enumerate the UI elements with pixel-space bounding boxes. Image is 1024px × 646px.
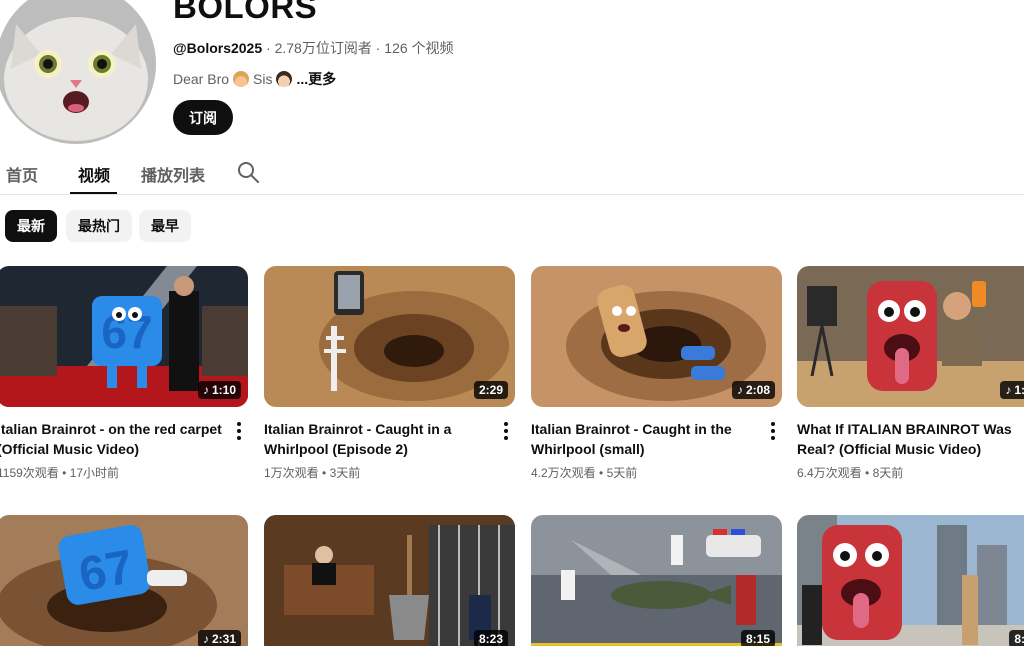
channel-tabs: 首页 视频 播放列表 [0,152,1024,195]
music-note-icon: ♪ [202,632,209,646]
music-note-icon: ♪ [202,383,209,397]
channel-avatar[interactable] [0,0,156,144]
chip-popular[interactable]: 最热门 [66,210,132,242]
duration-badge: ♪ 1:10 [197,381,241,399]
subscribe-button[interactable]: 订阅 [173,100,233,135]
tab-playlists[interactable]: 播放列表 [141,162,205,186]
desc-text-1: Dear Bro [173,71,230,87]
more-options-icon[interactable] [230,421,248,441]
video-meta: 1159次观看 • 17小时前 [0,466,120,480]
video-thumbnail[interactable]: ♪ 1: [797,266,1024,407]
channel-title: BOLORS [173,0,318,25]
music-note-icon: ♪ [1005,383,1012,397]
search-icon[interactable] [236,160,260,184]
channel-handle: @Bolors2025 [173,40,263,56]
chip-latest[interactable]: 最新 [5,210,57,242]
video-count: 126 个视频 [384,40,454,56]
svg-text:67: 67 [75,540,137,601]
video-thumbnail[interactable]: 8: [797,515,1024,646]
duration-badge: 8: [1009,630,1024,646]
duration-badge: 8:23 [473,630,508,646]
active-tab-indicator [70,192,117,194]
video-thumbnail[interactable]: 67 ♪ 2:31 [0,515,248,646]
video-title[interactable]: Italian Brainrot - on the red carpet (Of… [0,419,222,459]
duration-badge: ♪ 2:31 [197,630,241,646]
subscriber-count: 2.78万位订阅者 [274,40,372,56]
duration-badge: 2:29 [473,381,508,399]
video-meta: 4.2万次观看 • 5天前 [531,466,638,480]
video-meta: 6.4万次观看 • 8天前 [797,466,904,480]
video-title[interactable]: Italian Brainrot - Caught in the Whirlpo… [531,419,756,459]
tab-home[interactable]: 首页 [6,162,38,186]
video-thumbnail[interactable]: 2:29 [264,266,515,407]
video-thumbnail[interactable]: 8:23 [264,515,515,646]
more-options-icon[interactable] [764,421,782,441]
more-options-icon[interactable] [497,421,515,441]
video-thumbnail[interactable]: 8:15 [531,515,782,646]
chip-oldest[interactable]: 最早 [139,210,191,242]
music-note-icon: ♪ [736,383,743,397]
channel-meta: @Bolors2025 · 2.78万位订阅者 · 126 个视频 [173,40,454,56]
tab-videos[interactable]: 视频 [78,162,110,186]
duration-badge: ♪ 2:08 [731,381,775,399]
video-title[interactable]: Italian Brainrot - Caught in a Whirlpool… [264,419,489,459]
duration-badge: ♪ 1: [1000,381,1024,399]
video-title[interactable]: What If ITALIAN BRAINROT Was Real? (Offi… [797,419,1022,459]
svg-text:67: 67 [101,306,152,358]
more-link[interactable]: ...更多 [296,69,336,89]
channel-description[interactable]: Dear Bro Sis ...更多 [173,69,336,89]
boy-emoji-icon [233,71,250,87]
duration-badge: 8:15 [740,630,775,646]
video-thumbnail[interactable]: ♪ 2:08 [531,266,782,407]
girl-emoji-icon [276,71,293,87]
desc-text-2: Sis [253,71,273,87]
video-meta: 1万次观看 • 3天前 [264,466,361,480]
video-thumbnail[interactable]: 67 ♪ 1:10 [0,266,248,407]
